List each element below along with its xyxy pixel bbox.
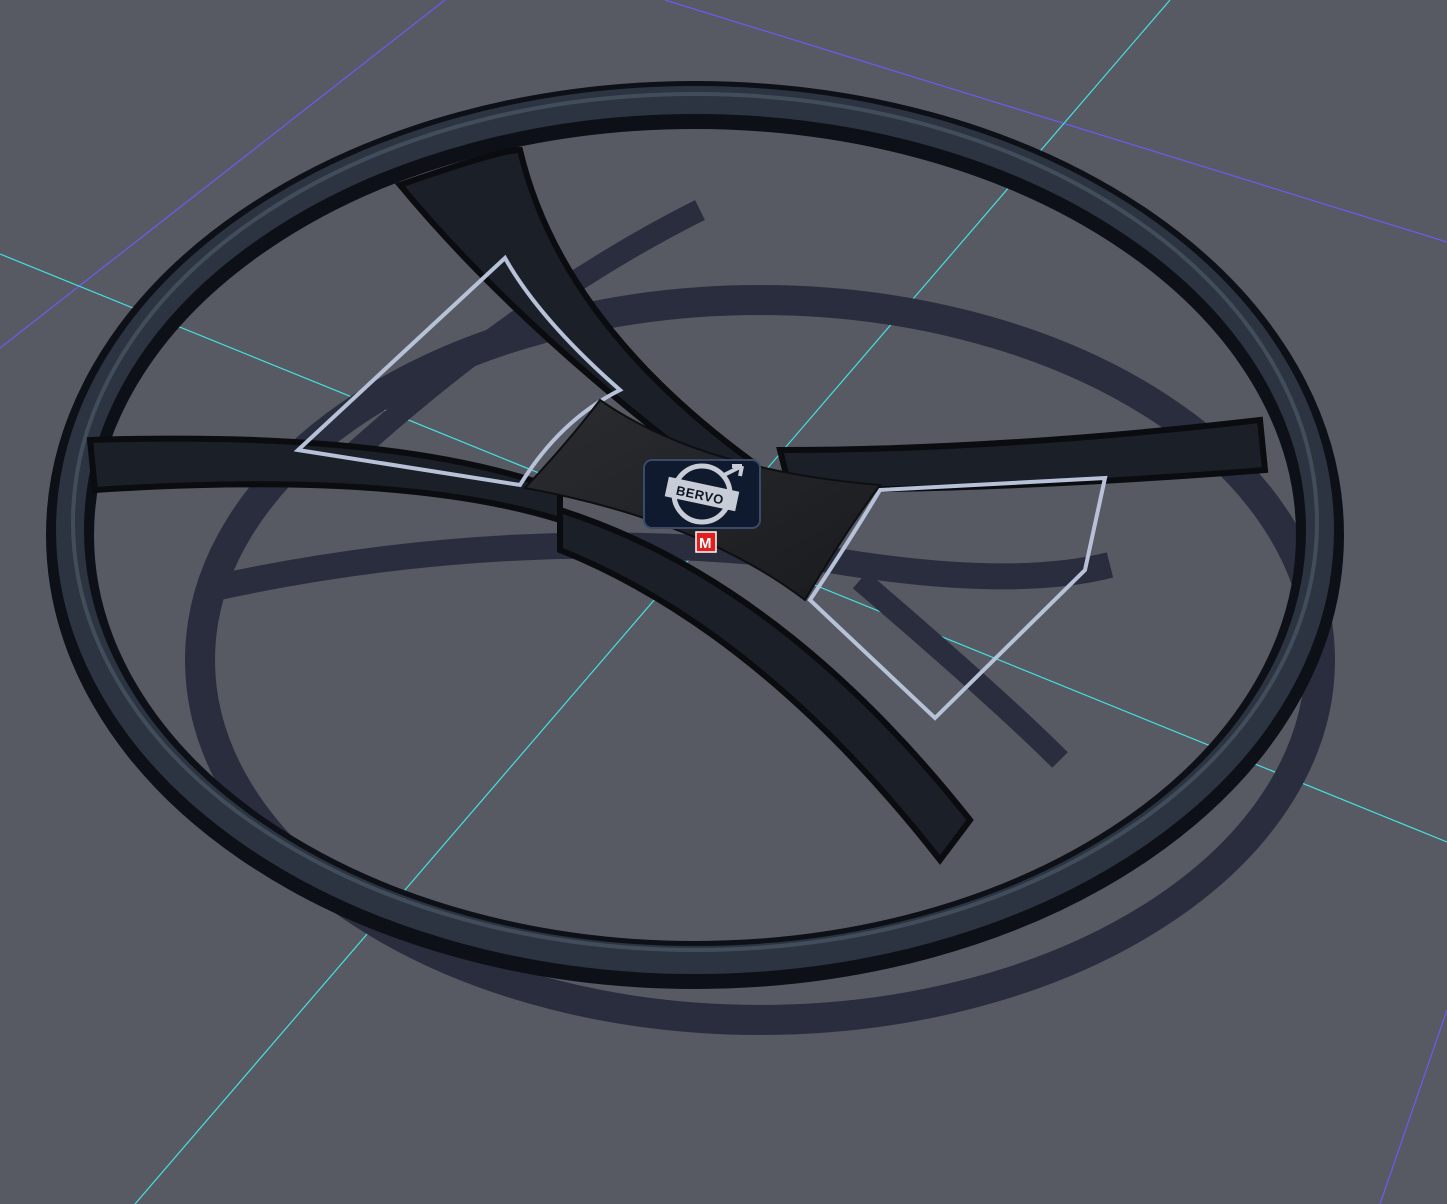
- viewport-canvas[interactable]: BERVO M: [0, 0, 1447, 1204]
- spoke-right: [776, 416, 1269, 494]
- origin-marker[interactable]: M: [695, 531, 717, 553]
- grid-line-minor-3: [1379, 1009, 1447, 1204]
- 3d-viewport[interactable]: BERVO M: [0, 0, 1447, 1204]
- origin-marker-label: M: [699, 535, 712, 552]
- horn-logo[interactable]: BERVO: [643, 459, 761, 529]
